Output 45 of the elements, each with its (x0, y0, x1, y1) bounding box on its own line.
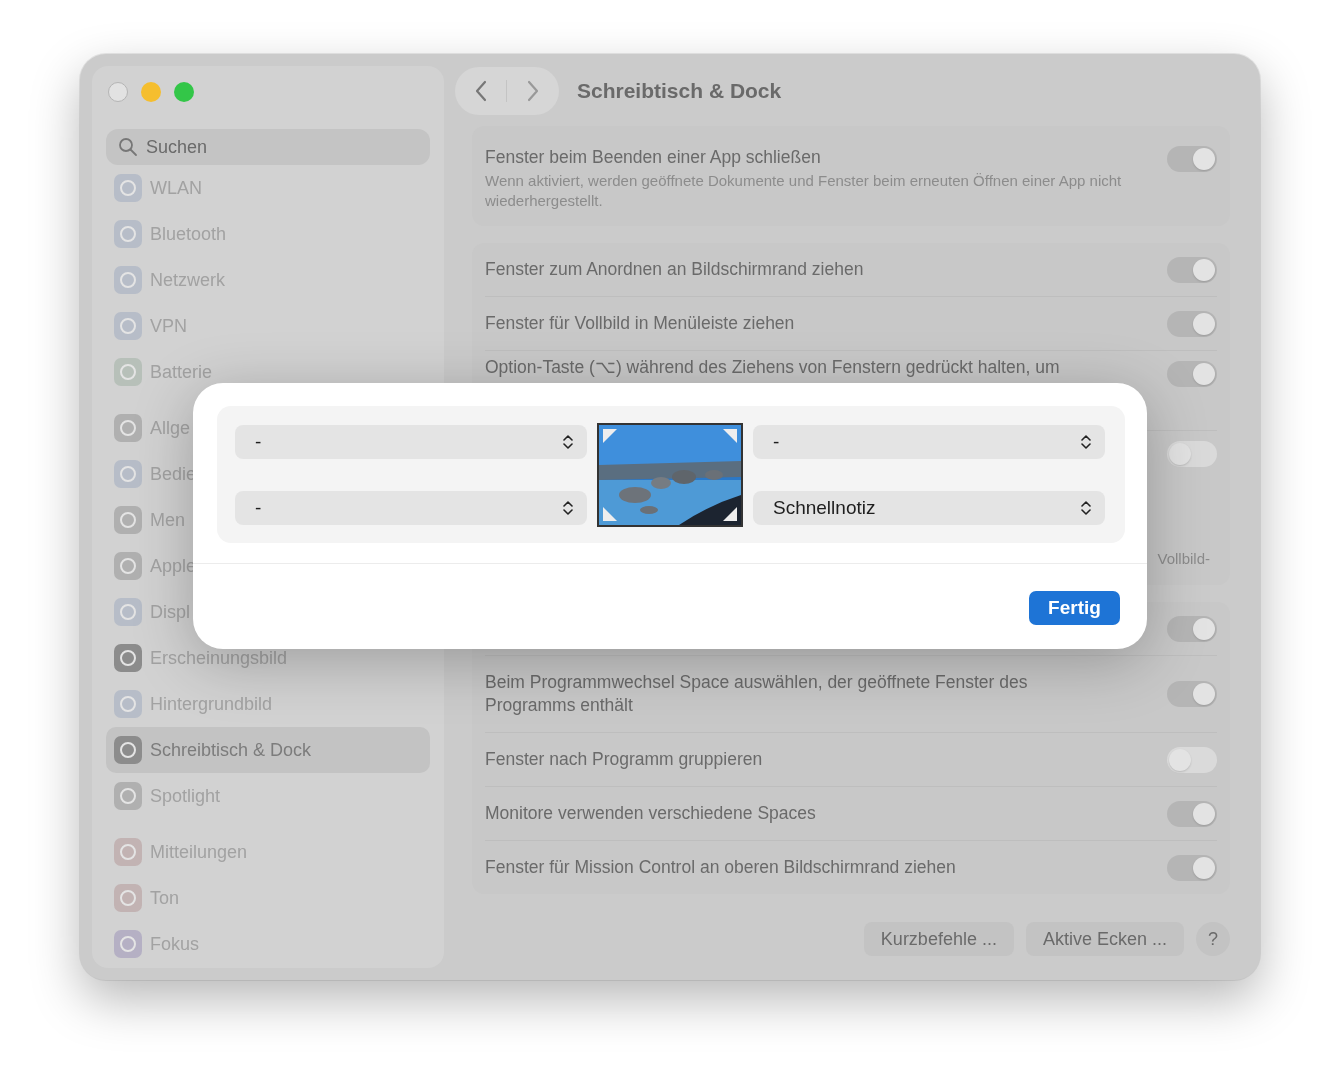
corner-popup[interactable]: - (235, 490, 587, 525)
search-icon (118, 137, 138, 157)
setting-label: Beim Programmwechsel Space auswählen, der geöffnete Fenster des Programms enthält (485, 671, 1029, 717)
toggle-switch[interactable] (1167, 361, 1217, 387)
chevron-updown-icon (1081, 499, 1091, 516)
setting-description: Vollbild- (1157, 550, 1210, 567)
sidebar-item[interactable]: Schreibtisch & Dock (106, 727, 430, 773)
corner-popup[interactable]: - (753, 424, 1105, 459)
search-field[interactable]: Suchen (106, 129, 430, 165)
toggle-switch[interactable] (1167, 146, 1217, 172)
action-button[interactable]: Kurzbefehle ... (863, 922, 1014, 956)
chevron-updown-icon (563, 499, 573, 516)
toggle-switch[interactable] (1167, 800, 1217, 827)
corner-popup[interactable]: Schnellnotiz (753, 490, 1105, 525)
setting-label: Option-Taste (⌥) während des Ziehens von Fenstern gedrückt halten, um (485, 356, 1061, 379)
toggle-switch[interactable] (1167, 746, 1217, 773)
corner-icon (723, 428, 737, 443)
toggle-switch[interactable] (1167, 681, 1217, 707)
corner-popup[interactable]: - (235, 424, 587, 459)
setting-label: Fenster zum Anordnen an Bildschirmrand ziehen (485, 258, 865, 281)
setting-label: Monitore verwenden verschiedene Spaces (485, 802, 817, 825)
toggle-switch[interactable] (1167, 441, 1217, 467)
setting-label: Fenster beim Beenden einer App schließen (485, 146, 822, 169)
action-button[interactable]: Aktive Ecken ... (1025, 922, 1184, 956)
toggle-switch[interactable] (1167, 310, 1217, 337)
minimize-button[interactable] (141, 82, 161, 102)
chevron-updown-icon (1081, 433, 1091, 450)
help-button[interactable]: ? (1196, 922, 1230, 956)
setting-label: Fenster für Vollbild in Menüleiste ziehen (485, 312, 796, 335)
back-icon[interactable] (474, 80, 489, 102)
forward-icon[interactable] (525, 80, 540, 102)
setting-label: Fenster nach Programm gruppieren (485, 748, 764, 771)
window-title: Schreibtisch & Dock (577, 79, 782, 103)
corner-icon (603, 428, 617, 443)
zoom-button[interactable] (174, 82, 194, 102)
setting-description: Wenn aktiviert, werden geöffnete Dokumente und Fenster beim erneuten Öffnen einer App nicht wiederhergestellt. (485, 171, 1123, 211)
corner-icon (723, 506, 737, 521)
setting-label: Fenster für Mission Control an oberen Bildschirmrand ziehen (485, 856, 957, 879)
close-button[interactable] (108, 82, 128, 102)
done-button[interactable]: Fertig (1029, 591, 1120, 625)
toggle-switch[interactable] (1167, 615, 1217, 642)
chevron-updown-icon (563, 433, 573, 450)
toggle-switch[interactable] (1167, 854, 1217, 881)
toggle-switch[interactable] (1167, 256, 1217, 283)
corner-icon (603, 506, 617, 521)
